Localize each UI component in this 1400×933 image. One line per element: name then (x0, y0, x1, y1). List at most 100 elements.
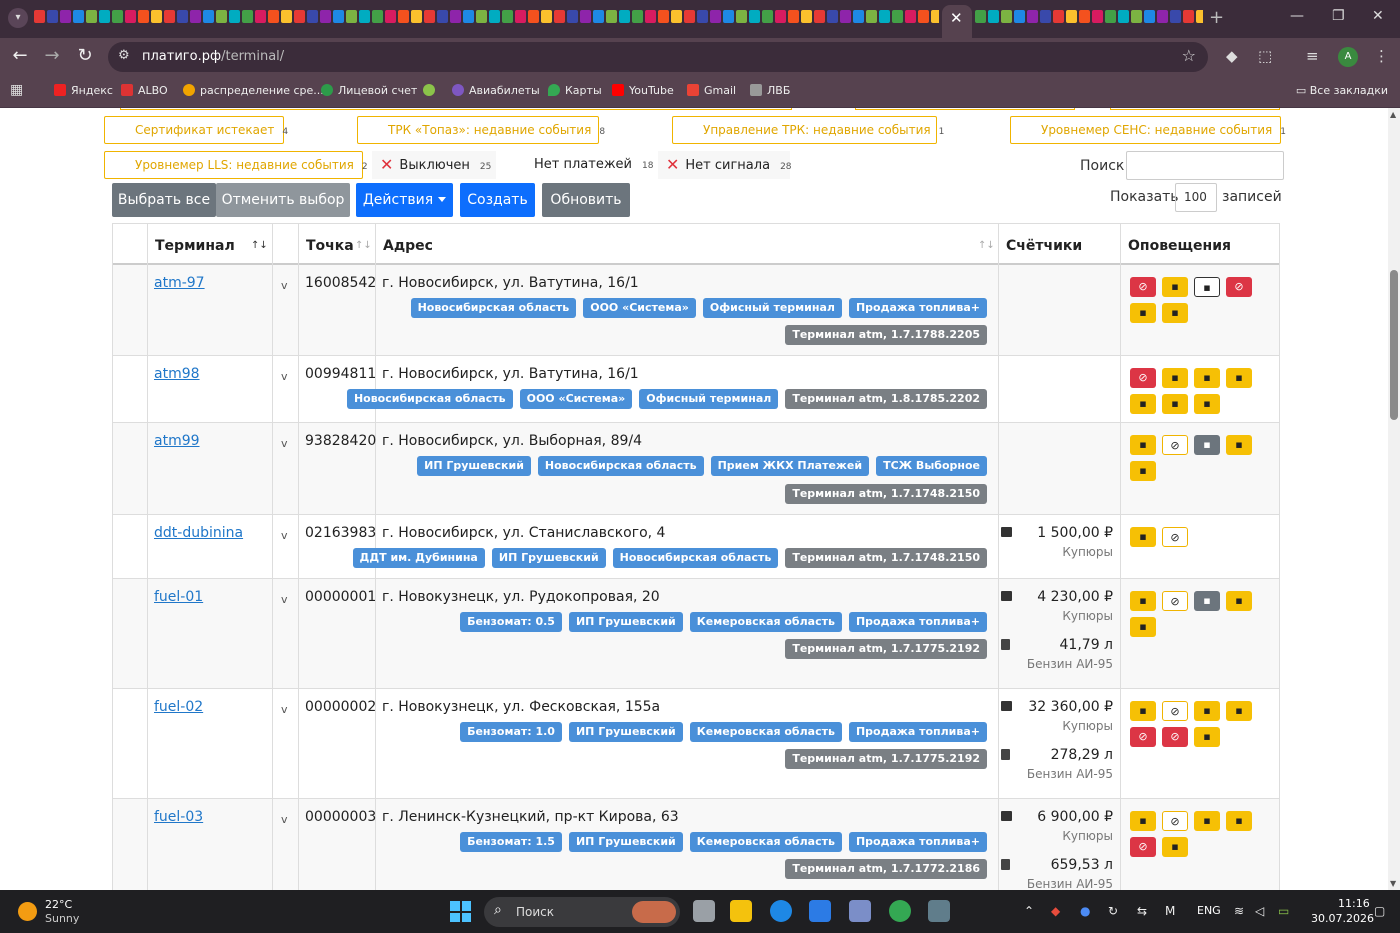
alert-danger-icon[interactable]: ⊘ (1130, 277, 1156, 297)
pinned-tab-favicon[interactable] (905, 10, 916, 23)
tab-favicon[interactable] (1118, 10, 1129, 23)
pinned-tab-favicon[interactable] (86, 10, 97, 23)
reload-icon[interactable]: ↻ (73, 45, 97, 66)
tray-chevron-icon[interactable]: ⌃ (1024, 904, 1034, 918)
alert-warning-icon[interactable]: ▪ (1130, 435, 1156, 455)
store-icon[interactable] (809, 900, 831, 922)
pinned-tab-favicon[interactable] (138, 10, 149, 23)
alert-warning-icon[interactable]: ▪ (1226, 435, 1252, 455)
pinned-tab-favicon[interactable] (476, 10, 487, 23)
filter-topaz-events[interactable]: ТРК «Топаз»: недавние события 8 (357, 116, 605, 144)
alert-warning-icon[interactable]: ▪ (1194, 394, 1220, 414)
pinned-tab-favicon[interactable] (619, 10, 630, 23)
apps-grid-icon[interactable]: ▦ (10, 82, 23, 98)
tray-mail-icon[interactable]: M (1165, 904, 1175, 918)
actions-dropdown-button[interactable]: Действия (356, 183, 453, 217)
url-text[interactable]: платиго.рф/terminal/ (142, 49, 284, 64)
alert-warning-icon[interactable]: ▪ (1226, 811, 1252, 831)
pinned-tab-favicon[interactable] (242, 10, 253, 23)
close-tab-icon[interactable]: ✕ (950, 9, 963, 27)
notifications-icon[interactable]: ▢ (1374, 904, 1385, 918)
scroll-thumb[interactable] (1390, 270, 1398, 420)
extensions-puzzle-icon[interactable]: ⬚ (1258, 47, 1272, 65)
close-window-icon[interactable]: ✕ (1372, 8, 1384, 24)
pinned-tab-favicon[interactable] (411, 10, 422, 23)
start-windows-icon[interactable] (450, 901, 471, 922)
pinned-tab-favicon[interactable] (658, 10, 669, 23)
filter-lls-events[interactable]: Уровнемер LLS: недавние события 2 (104, 151, 368, 179)
pinned-tab-favicon[interactable] (723, 10, 734, 23)
bookmark-flights[interactable]: Авиабилеты (452, 84, 540, 97)
scroll-down-icon[interactable]: ▼ (1390, 879, 1396, 888)
pinned-tab-favicon[interactable] (307, 10, 318, 23)
new-tab-icon[interactable]: + (1209, 7, 1224, 28)
tab-favicon[interactable] (1144, 10, 1155, 23)
all-bookmarks[interactable]: ▭ Все закладки (1296, 84, 1388, 97)
terminal-link[interactable]: atm99 (154, 433, 200, 449)
alert-warning-icon[interactable]: ▪ (1194, 701, 1220, 721)
pinned-tab-favicon[interactable] (632, 10, 643, 23)
pinned-tab-favicon[interactable] (554, 10, 565, 23)
tab-search-icon[interactable]: ▾ (8, 8, 28, 28)
alert-warning-icon[interactable]: ▪ (1130, 701, 1156, 721)
pinned-tab-favicon[interactable] (424, 10, 435, 23)
alert-status-icon[interactable]: ▪ (1194, 277, 1220, 297)
alert-warning-icon[interactable]: ▪ (1130, 591, 1156, 611)
forward-icon[interactable]: → (40, 45, 64, 66)
expand-chevron-icon[interactable]: v (281, 437, 288, 450)
tab-favicon[interactable] (1040, 10, 1051, 23)
pinned-tab-favicon[interactable] (125, 10, 136, 23)
task-view-icon[interactable] (693, 900, 715, 922)
pinned-tab-favicon[interactable] (320, 10, 331, 23)
bookmark-account[interactable]: Лицевой счет (321, 84, 417, 97)
terminal-link[interactable]: fuel-02 (154, 699, 203, 715)
pinned-tab-favicon[interactable] (255, 10, 266, 23)
weather-temp[interactable]: 22°C (45, 898, 72, 911)
pinned-tab-favicon[interactable] (34, 10, 45, 23)
alert-warning-icon[interactable]: ▪ (1162, 368, 1188, 388)
site-info-icon[interactable]: ⚙ (118, 48, 130, 63)
pinned-tab-favicon[interactable] (281, 10, 292, 23)
pinned-tab-favicon[interactable] (112, 10, 123, 23)
tab-favicon[interactable] (988, 10, 999, 23)
terminal-link[interactable]: ddt-dubinina (154, 525, 243, 541)
bookmark-albo[interactable]: ALBO (121, 84, 168, 97)
bookmark-gmail[interactable]: Gmail (687, 84, 736, 97)
pinned-tab-favicon[interactable] (99, 10, 110, 23)
taskbar-search[interactable]: ⌕ Поиск (484, 897, 680, 927)
alert-blocked-icon[interactable]: ⊘ (1162, 527, 1188, 547)
alert-warning-icon[interactable]: ▪ (1162, 303, 1188, 323)
tab-favicon[interactable] (1014, 10, 1025, 23)
menu-kebab-icon[interactable]: ⋮ (1374, 47, 1389, 65)
pinned-tab-favicon[interactable] (385, 10, 396, 23)
alert-danger-icon[interactable]: ⊘ (1226, 277, 1252, 297)
alert-blocked-icon[interactable]: ⊘ (1162, 811, 1188, 831)
alert-neutral-icon[interactable]: ▪ (1194, 591, 1220, 611)
alert-warning-icon[interactable]: ▪ (1130, 811, 1156, 831)
wifi-icon[interactable]: ≋ (1234, 904, 1244, 918)
alert-warning-icon[interactable]: ▪ (1130, 303, 1156, 323)
pinned-tab-favicon[interactable] (203, 10, 214, 23)
bookmark-android[interactable] (423, 84, 440, 97)
search-input[interactable] (1126, 151, 1284, 180)
sort-icon[interactable]: ↑↓ (355, 224, 372, 268)
pinned-tab-favicon[interactable] (788, 10, 799, 23)
filter-cert-expiring[interactable]: Сертификат истекает 4 (104, 116, 288, 144)
alert-warning-icon[interactable]: ▪ (1194, 811, 1220, 831)
bookmark-yandex[interactable]: Яндекс (54, 84, 113, 97)
alert-warning-icon[interactable]: ▪ (1226, 701, 1252, 721)
address-bar[interactable]: ⚙ платиго.рф/terminal/ ☆ (108, 42, 1208, 72)
mail-app-icon[interactable] (849, 900, 871, 922)
pinned-tab-favicon[interactable] (918, 10, 929, 23)
sort-icon[interactable]: ↑↓ (978, 224, 995, 268)
alert-danger-icon[interactable]: ⊘ (1130, 368, 1156, 388)
create-button[interactable]: Создать (460, 183, 535, 217)
tab-favicon[interactable] (1105, 10, 1116, 23)
pinned-tab-favicon[interactable] (398, 10, 409, 23)
pinned-tab-favicon[interactable] (710, 10, 721, 23)
pinned-tab-favicon[interactable] (502, 10, 513, 23)
tray-sync-icon[interactable]: ↻ (1108, 904, 1118, 918)
filter-off[interactable]: ✕ Выключен 25 (372, 151, 496, 179)
pinned-tabs[interactable] (34, 10, 939, 26)
pinned-tab-favicon[interactable] (190, 10, 201, 23)
